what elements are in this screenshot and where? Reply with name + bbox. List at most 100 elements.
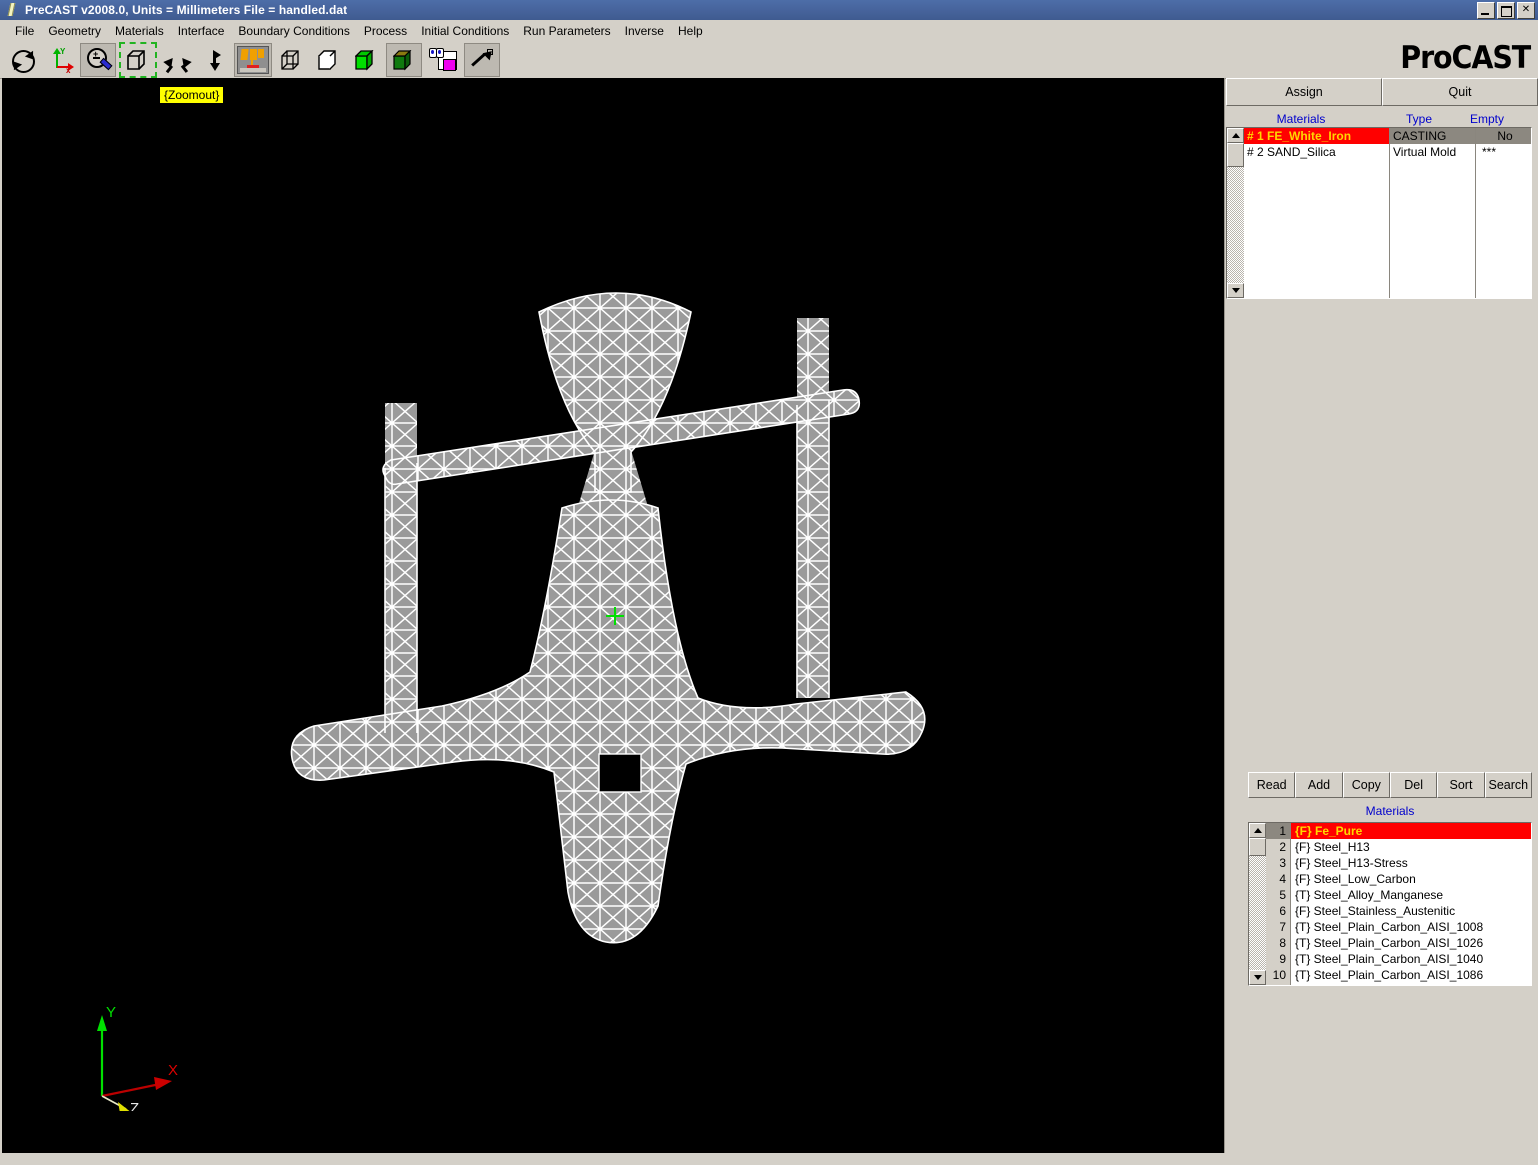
rotate-button[interactable] (6, 44, 40, 76)
assign-col-type: CASTING Virtual Mold (1390, 128, 1476, 298)
assign-table-scrollbar[interactable] (1227, 128, 1244, 298)
list-item[interactable]: {T} Steel_Plain_Carbon_AISI_1086 (1291, 967, 1531, 983)
scroll-track[interactable] (1249, 838, 1266, 970)
mesh-hole (598, 753, 642, 793)
search-button[interactable]: Search (1484, 772, 1532, 798)
list-row-number: 10 (1272, 968, 1286, 982)
casting-view-button[interactable] (234, 43, 272, 77)
table-row[interactable]: *** (1476, 144, 1531, 160)
assign-table[interactable]: # 1 FE_White_Iron # 2 SAND_Silica CASTIN… (1226, 127, 1532, 299)
list-row-number: 8 (1279, 936, 1286, 950)
scroll-thumb[interactable] (1227, 143, 1244, 167)
materials-list-body: {F} Fe_Pure {F} Steel_H13 {F} Steel_H13-… (1291, 823, 1531, 985)
pan-button[interactable] (203, 44, 231, 76)
zoom-button[interactable]: + (80, 43, 116, 77)
right-panel: Assign Quit Materials Type Empty # 1 FE_… (1226, 78, 1538, 1165)
sort-button[interactable]: Sort (1437, 772, 1485, 798)
menu-file[interactable]: File (8, 22, 41, 40)
assign-table-headers: Materials Type Empty (1226, 110, 1538, 127)
table-row[interactable]: CASTING (1390, 128, 1475, 144)
list-row-number: 2 (1279, 840, 1286, 854)
table-row[interactable]: # 2 SAND_Silica (1244, 144, 1389, 160)
scroll-down-button[interactable] (1249, 970, 1266, 985)
zoom-arrows-button[interactable] (160, 44, 200, 76)
stereo-button[interactable] (425, 44, 461, 76)
zoom-box-cube-icon (127, 50, 149, 70)
list-row-number: 3 (1279, 856, 1286, 870)
hidden-line-cube-icon (318, 50, 340, 70)
zoom-box-button[interactable] (119, 42, 157, 78)
hidden-line-button[interactable] (312, 44, 346, 76)
menu-process[interactable]: Process (357, 22, 414, 40)
copy-button[interactable]: Copy (1342, 772, 1390, 798)
list-item[interactable]: {F} Fe_Pure (1291, 823, 1531, 839)
menu-interface[interactable]: Interface (171, 22, 232, 40)
menu-geometry[interactable]: Geometry (41, 22, 108, 40)
list-item[interactable]: {T} Steel_Alloy_Manganese (1291, 887, 1531, 903)
add-button[interactable]: Add (1295, 772, 1343, 798)
shaded-button[interactable] (349, 44, 383, 76)
title-bar: PreCAST v2008.0, Units = Millimeters Fil… (0, 0, 1538, 20)
shaded-dark-button[interactable] (386, 43, 422, 77)
stereo-glasses-cube-icon (429, 48, 457, 72)
wireframe-cube-icon (281, 50, 303, 70)
menu-bar: File Geometry Materials Interface Bounda… (0, 20, 1538, 42)
menu-boundary-conditions[interactable]: Boundary Conditions (231, 22, 356, 40)
casting-ladle-icon (237, 46, 269, 74)
axis-label-z: Z (130, 1100, 139, 1111)
wireframe-button[interactable] (275, 44, 309, 76)
menu-help[interactable]: Help (671, 22, 710, 40)
axis-label-x: X (168, 1062, 178, 1079)
menu-initial-conditions[interactable]: Initial Conditions (414, 22, 516, 40)
list-row-number: 7 (1279, 920, 1286, 934)
axes-button[interactable]: Y x (43, 44, 77, 76)
materials-action-buttons: Read Add Copy Del Sort Search (1248, 772, 1532, 798)
list-item[interactable]: {F} Steel_H13 (1291, 839, 1531, 855)
menu-inverse[interactable]: Inverse (618, 22, 671, 40)
header-materials: Materials (1276, 111, 1326, 126)
quit-button[interactable]: Quit (1382, 78, 1538, 106)
del-button[interactable]: Del (1389, 772, 1438, 798)
list-item[interactable]: {F} Steel_Low_Carbon (1291, 871, 1531, 887)
list-row-number: 9 (1279, 952, 1286, 966)
materials-list[interactable]: 1 2 3 4 5 6 7 8 9 10 {F} Fe_Pure {F} Ste… (1248, 822, 1532, 986)
list-item[interactable]: {T} Steel_Plain_Carbon_AISI_1040 (1291, 951, 1531, 967)
scroll-thumb[interactable] (1249, 838, 1266, 856)
assign-button[interactable]: Assign (1226, 78, 1382, 106)
scroll-down-button[interactable] (1227, 283, 1244, 298)
list-item[interactable]: {F} Steel_H13-Stress (1291, 855, 1531, 871)
list-item[interactable]: {F} Steel_Stainless_Austenitic (1291, 903, 1531, 919)
assign-quit-buttons: Assign Quit (1226, 78, 1538, 106)
table-row[interactable]: Virtual Mold (1390, 144, 1475, 160)
list-item[interactable]: {T} Steel_Plain_Carbon_AISI_1026 (1291, 935, 1531, 951)
shaded-dark-cube-icon (393, 50, 415, 71)
materials-list-numbers: 1 2 3 4 5 6 7 8 9 10 (1266, 823, 1291, 985)
pick-button[interactable] (464, 43, 500, 77)
materials-list-title: Materials (1365, 804, 1415, 818)
procast-logo: ProCAST (1400, 40, 1531, 76)
table-row[interactable]: No (1476, 128, 1531, 144)
axis-label-y: Y (106, 1004, 116, 1021)
list-row-number: 1 (1266, 823, 1290, 839)
menu-materials[interactable]: Materials (108, 22, 171, 40)
3d-viewport[interactable]: Y X Z (2, 78, 1225, 1153)
zoomout-tooltip: {Zoomout} (160, 87, 224, 103)
header-empty: Empty (1469, 111, 1504, 126)
rotate-icon (10, 47, 36, 73)
close-button[interactable]: ✕ (1517, 2, 1535, 19)
axis-triad: Y X Z (80, 1001, 200, 1111)
scroll-track[interactable] (1227, 143, 1244, 283)
menu-run-parameters[interactable]: Run Parameters (516, 22, 617, 40)
minimize-button[interactable] (1477, 2, 1495, 19)
pan-arrows-icon (205, 45, 229, 75)
materials-list-scrollbar[interactable] (1249, 823, 1266, 985)
quill-icon (4, 2, 20, 18)
maximize-button[interactable] (1497, 2, 1515, 19)
scroll-up-button[interactable] (1227, 128, 1244, 143)
scroll-up-button[interactable] (1249, 823, 1266, 838)
list-item[interactable]: {T} Steel_Plain_Carbon_AISI_1008 (1291, 919, 1531, 935)
list-row-number: 4 (1279, 872, 1286, 886)
read-button[interactable]: Read (1248, 772, 1296, 798)
table-row[interactable]: # 1 FE_White_Iron (1244, 128, 1389, 144)
window-title: PreCAST v2008.0, Units = Millimeters Fil… (25, 3, 348, 17)
